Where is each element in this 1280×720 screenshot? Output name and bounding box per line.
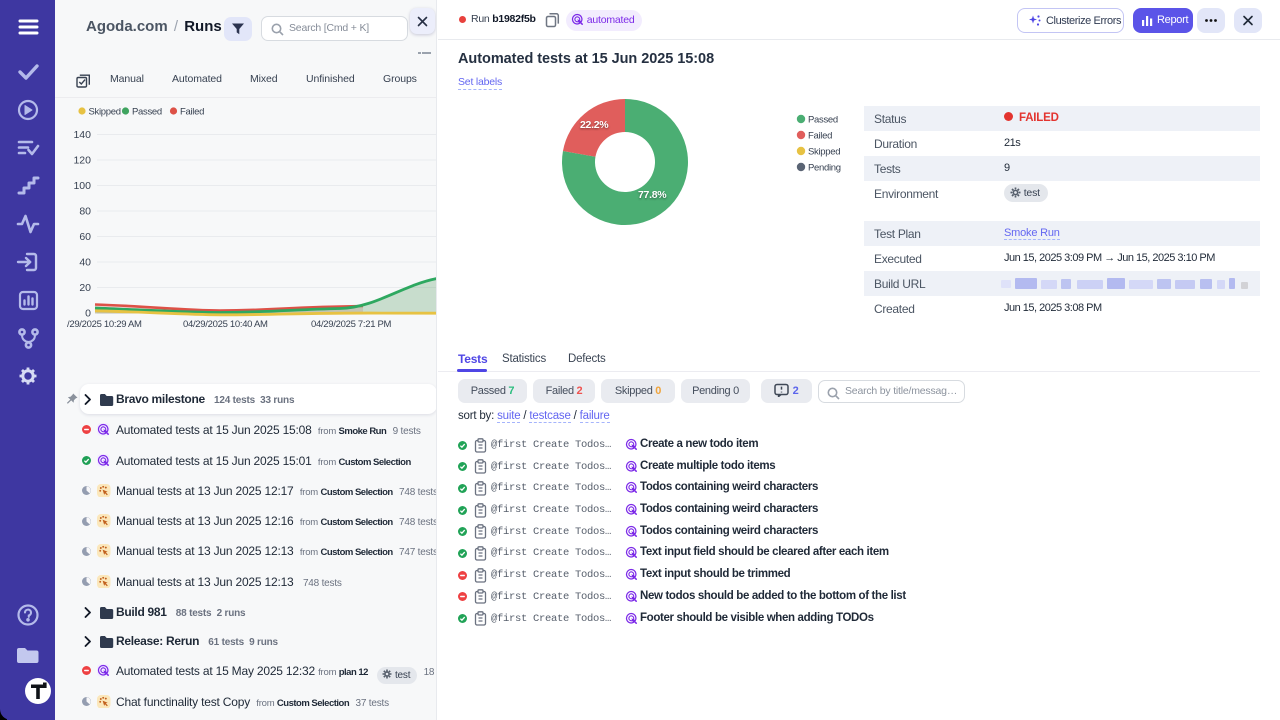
svg-text:Pending: Pending [808,163,841,174]
svg-text:0: 0 [85,308,91,320]
svg-text:Passed: Passed [808,115,838,126]
svg-text:40: 40 [79,257,91,269]
svg-text:Passed: Passed [132,107,162,118]
svg-text:140: 140 [73,129,91,141]
svg-text:04/29/2025 7:21 PM: 04/29/2025 7:21 PM [311,319,392,330]
svg-text:77.8%: 77.8% [638,189,667,201]
svg-text:22.2%: 22.2% [580,119,609,131]
svg-text:120: 120 [73,155,91,167]
svg-text:80: 80 [79,206,91,218]
svg-text:Failed: Failed [808,131,832,142]
svg-text:/29/2025 10:29 AM: /29/2025 10:29 AM [67,319,142,330]
svg-text:04/29/2025 10:40 AM: 04/29/2025 10:40 AM [183,319,268,330]
svg-text:100: 100 [73,180,91,192]
svg-text:Failed: Failed [180,107,204,118]
svg-text:20: 20 [79,282,91,294]
svg-text:60: 60 [79,231,91,243]
svg-text:Skipped: Skipped [808,147,840,158]
svg-text:Skipped: Skipped [89,107,121,118]
